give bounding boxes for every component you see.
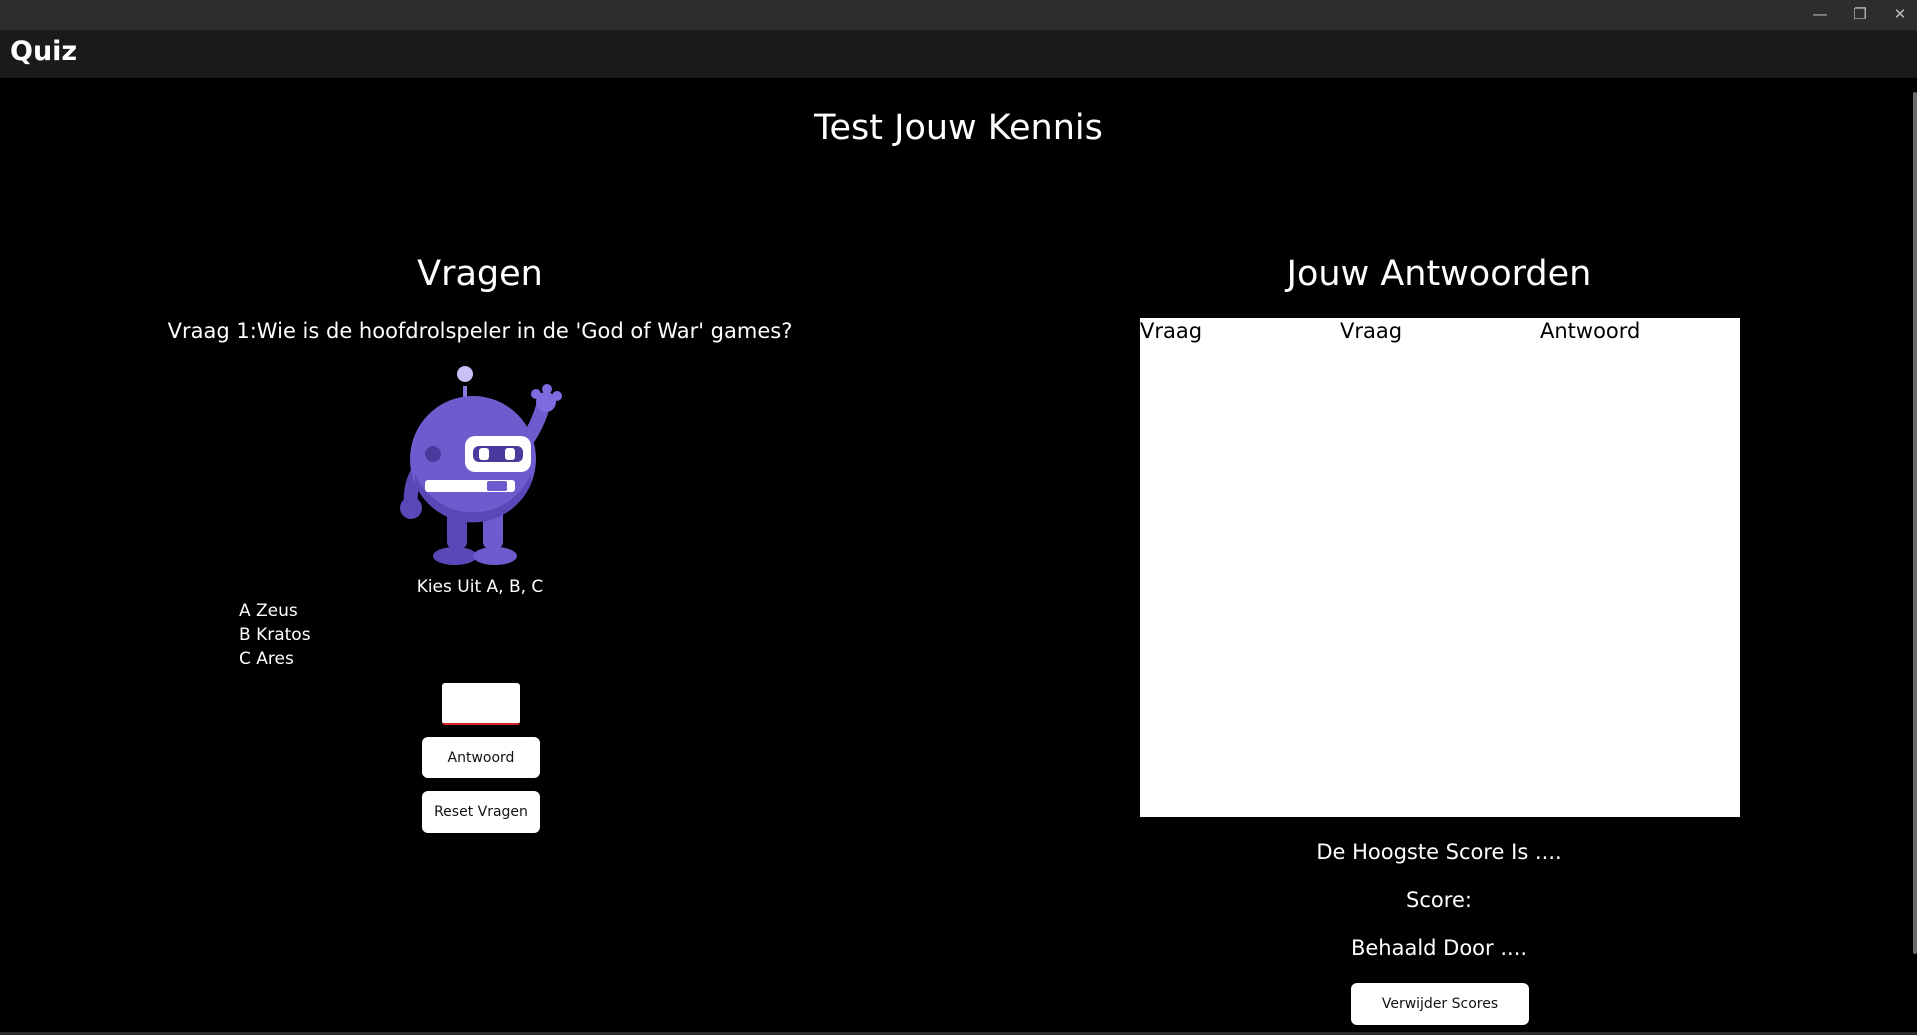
questions-heading: Vragen bbox=[417, 254, 543, 294]
app-header: Quiz bbox=[0, 30, 1917, 78]
answers-table: Vraag Vraag Antwoord bbox=[1140, 318, 1740, 817]
score-label: Score: bbox=[1406, 888, 1472, 912]
minimize-icon[interactable]: — bbox=[1800, 0, 1840, 30]
column-header-question-2: Vraag bbox=[1340, 319, 1403, 343]
option-c: C Ares bbox=[239, 649, 294, 669]
answer-button[interactable]: Antwoord bbox=[422, 737, 540, 778]
dotnet-bot-icon bbox=[400, 366, 562, 565]
highscore-label: De Hoogste Score Is .... bbox=[1316, 840, 1562, 864]
window-titlebar: — ❐ ✕ bbox=[0, 0, 1917, 30]
column-header-question: Vraag bbox=[1140, 319, 1203, 343]
answer-input[interactable] bbox=[442, 683, 520, 725]
answers-heading: Jouw Antwoorden bbox=[1286, 254, 1592, 294]
maximize-icon[interactable]: ❐ bbox=[1840, 0, 1880, 30]
delete-scores-button[interactable]: Verwijder Scores bbox=[1351, 983, 1529, 1025]
page-title: Test Jouw Kennis bbox=[814, 108, 1103, 148]
app-title: Quiz bbox=[10, 36, 78, 67]
close-icon[interactable]: ✕ bbox=[1880, 0, 1917, 30]
page-scrollbar[interactable] bbox=[1913, 92, 1917, 954]
column-header-answer: Antwoord bbox=[1540, 319, 1641, 343]
reset-questions-button[interactable]: Reset Vragen bbox=[422, 791, 540, 833]
option-a: A Zeus bbox=[239, 601, 298, 621]
question-text: Vraag 1:Wie is de hoofdrolspeler in de '… bbox=[167, 319, 793, 343]
choose-instruction: Kies Uit A, B, C bbox=[416, 577, 544, 597]
achieved-by-label: Behaald Door .... bbox=[1350, 936, 1528, 960]
option-b: B Kratos bbox=[239, 625, 311, 645]
